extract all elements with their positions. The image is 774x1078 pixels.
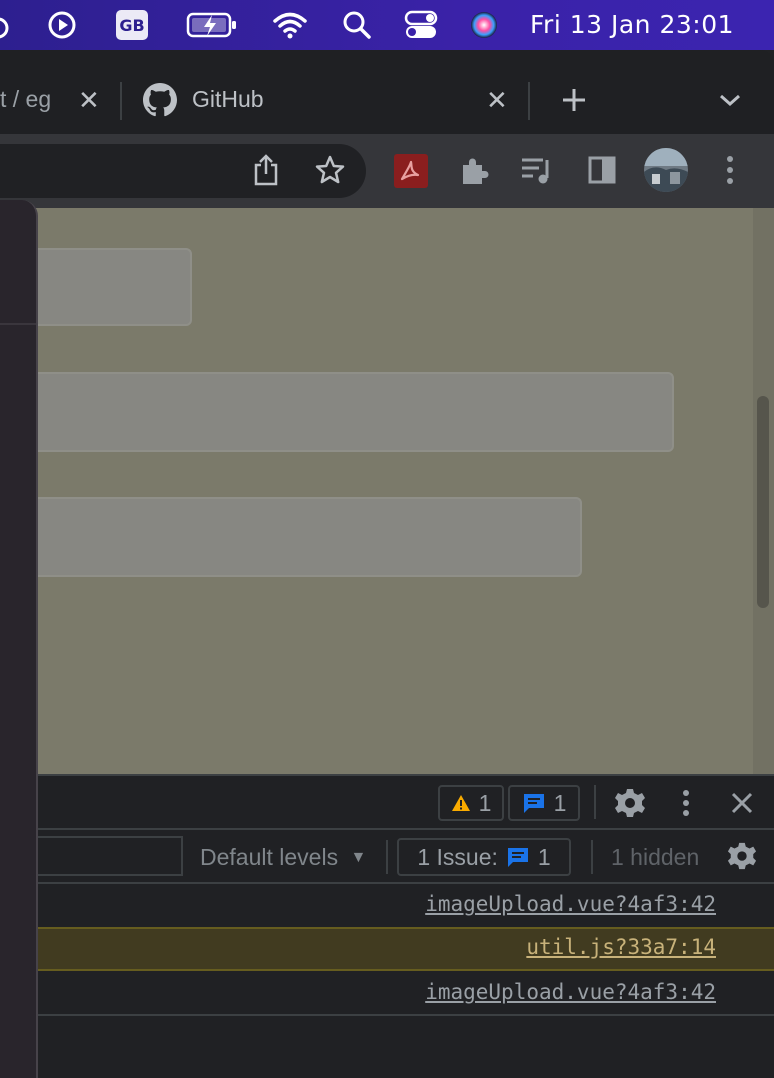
- keyboard-input-source-icon[interactable]: GB: [116, 8, 148, 42]
- page-form-field[interactable]: [20, 248, 192, 326]
- console-filter-input[interactable]: [38, 836, 183, 876]
- adobe-acrobat-icon[interactable]: [394, 154, 428, 188]
- console-source-link[interactable]: imageUpload.vue?4af3:42: [425, 892, 716, 916]
- media-queue-icon[interactable]: [518, 152, 554, 188]
- devtools-close-icon[interactable]: [726, 787, 758, 819]
- issues-count: 1: [537, 843, 551, 870]
- input-source-label: GB: [116, 10, 148, 40]
- console-warning-row: util.js?33a7:14: [38, 927, 774, 971]
- log-levels-label: Default levels: [200, 844, 339, 870]
- page-form-field[interactable]: [20, 497, 582, 577]
- tab-title-1[interactable]: t / eg: [0, 86, 60, 113]
- messages-count: 1: [553, 789, 567, 816]
- devtools-more-menu-icon[interactable]: [676, 785, 696, 821]
- issues-button[interactable]: 1 Issue: 1: [397, 838, 571, 876]
- tab-divider: [120, 82, 122, 120]
- hidden-messages-count: 1 hidden: [611, 844, 700, 870]
- github-icon: [142, 82, 178, 118]
- play-circle-icon[interactable]: [46, 8, 78, 42]
- tab-close-icon[interactable]: ✕: [486, 86, 508, 114]
- tab-close-icon[interactable]: ✕: [78, 86, 100, 114]
- toolbar-divider: [591, 840, 593, 874]
- messages-counter-button[interactable]: 1: [508, 785, 580, 821]
- more-menu-icon[interactable]: [718, 152, 742, 188]
- tab-divider: [528, 82, 530, 120]
- warnings-counter-button[interactable]: 1: [438, 785, 504, 821]
- tab-search-chevron-down-icon[interactable]: [714, 86, 746, 114]
- page-form-field[interactable]: [20, 372, 674, 452]
- share-icon[interactable]: [250, 152, 282, 188]
- devtools-border: [38, 774, 774, 776]
- toolbar-divider: [594, 785, 596, 819]
- console-source-link[interactable]: util.js?33a7:14: [526, 935, 716, 959]
- console-message-row: imageUpload.vue?4af3:42: [38, 884, 774, 928]
- battery-charging-icon[interactable]: [186, 8, 238, 42]
- new-tab-plus-icon[interactable]: [558, 84, 590, 116]
- dropdown-caret-icon: ▼: [350, 849, 367, 866]
- app-status-icon[interactable]: [0, 8, 16, 42]
- console-settings-gear-icon[interactable]: [726, 840, 758, 872]
- siri-icon[interactable]: [468, 8, 500, 42]
- console-message-row: imageUpload.vue?4af3:42: [38, 972, 774, 1016]
- control-center-icon[interactable]: [404, 8, 438, 42]
- extensions-puzzle-icon[interactable]: [456, 152, 492, 188]
- console-source-link[interactable]: imageUpload.vue?4af3:42: [425, 980, 716, 1004]
- menubar-clock[interactable]: Fri 13 Jan 23:01: [530, 8, 734, 42]
- page-scrollbar-thumb[interactable]: [757, 396, 769, 608]
- panel-divider: [0, 323, 36, 325]
- issues-label: 1 Issue:: [417, 843, 498, 870]
- tab-title-github[interactable]: GitHub: [192, 86, 264, 113]
- profile-avatar[interactable]: [644, 148, 688, 192]
- issue-message-icon: [507, 848, 528, 867]
- message-bubble-icon: [523, 794, 544, 813]
- bookmark-star-icon[interactable]: [312, 152, 348, 188]
- warnings-count: 1: [478, 789, 492, 816]
- spotlight-search-icon[interactable]: [342, 8, 372, 42]
- overlay-side-panel: [0, 200, 38, 1078]
- side-panel-icon[interactable]: [584, 152, 620, 188]
- toolbar-divider: [386, 840, 388, 874]
- console-row-divider: [38, 1014, 774, 1016]
- browser-tab-strip: [0, 50, 774, 134]
- warning-triangle-icon: [451, 795, 470, 811]
- wifi-icon[interactable]: [272, 8, 308, 42]
- log-levels-dropdown[interactable]: Default levels ▼: [200, 844, 366, 871]
- devtools-border: [38, 828, 774, 830]
- devtools-settings-gear-icon[interactable]: [612, 785, 648, 821]
